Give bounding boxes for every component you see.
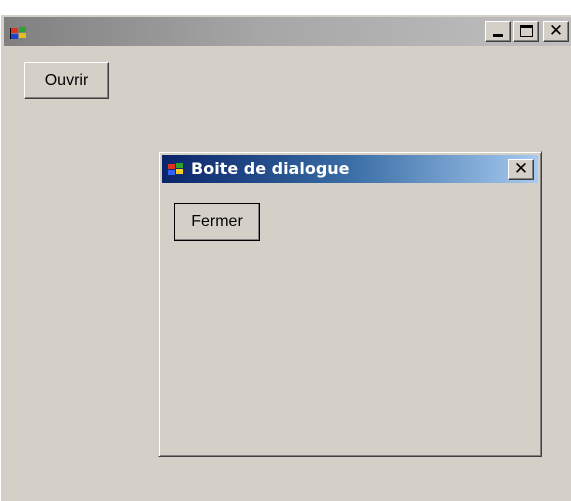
close-icon: ✕	[548, 21, 564, 41]
maximize-icon	[520, 25, 533, 37]
dialog-window: Boite de dialogue ✕ Fermer	[158, 151, 542, 457]
dialog-title: Boite de dialogue	[191, 159, 350, 178]
minimize-button[interactable]	[485, 21, 511, 42]
caption-buttons: ✕	[485, 21, 569, 42]
windows-logo-icon	[168, 163, 183, 175]
open-button[interactable]: Ouvrir	[24, 62, 109, 99]
dialog-close-button[interactable]: ✕	[508, 159, 534, 180]
close-button[interactable]: ✕	[543, 21, 569, 42]
minimize-icon	[493, 34, 503, 37]
main-window: ✕ Ouvrir Boite de dialogue ✕ Fermer	[0, 14, 571, 501]
windows-logo-icon	[10, 27, 26, 39]
close-icon: ✕	[513, 159, 529, 179]
main-title-bar[interactable]: ✕	[4, 17, 571, 46]
dialog-title-bar[interactable]: Boite de dialogue ✕	[162, 155, 538, 183]
maximize-button[interactable]	[513, 21, 539, 42]
close-dialog-button[interactable]: Fermer	[174, 203, 260, 241]
